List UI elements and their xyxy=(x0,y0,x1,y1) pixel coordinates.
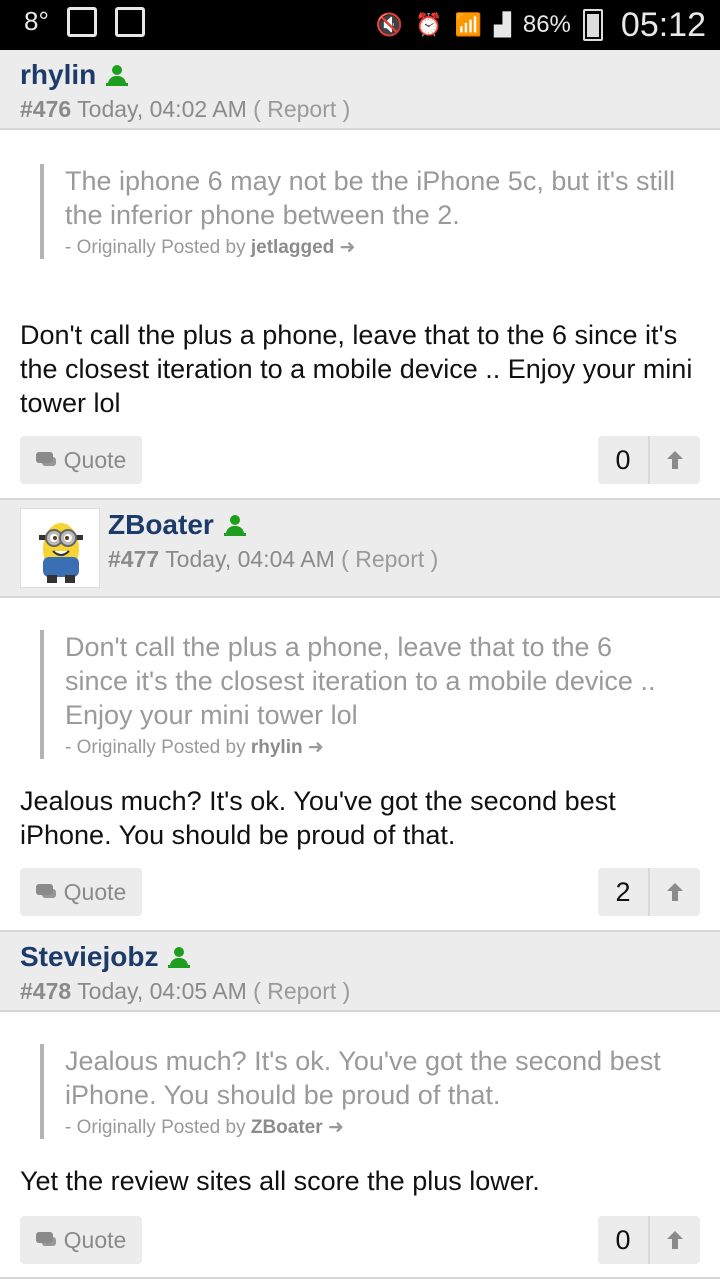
vote-widget: 0 xyxy=(598,436,700,484)
post-number[interactable]: #478 xyxy=(20,978,71,1004)
report-link[interactable]: ( Report ) xyxy=(253,978,350,1004)
quote-block: Jealous much? It's ok. You've got the se… xyxy=(40,1044,680,1139)
online-user-icon xyxy=(168,946,191,968)
report-link[interactable]: ( Report ) xyxy=(253,96,350,122)
report-link[interactable]: ( Report ) xyxy=(341,546,438,572)
battery-icon xyxy=(582,9,603,41)
username-link[interactable]: rhylin xyxy=(20,58,96,92)
quote-text: Jealous much? It's ok. You've got the se… xyxy=(65,1046,661,1110)
vote-count: 0 xyxy=(598,1216,650,1264)
vote-widget: 0 xyxy=(598,1216,700,1264)
quote-text: Don't call the plus a phone, leave that … xyxy=(65,632,656,730)
quote-attribution: - Originally Posted by ZBoater ➜ xyxy=(65,1117,344,1138)
upvote-button[interactable] xyxy=(650,868,700,916)
post-header: rhylin #476 Today, 04:02 AM ( Report ) xyxy=(0,50,720,130)
temperature: 8° xyxy=(24,6,49,36)
post-number[interactable]: #476 xyxy=(20,96,71,122)
quote-block: Don't call the plus a phone, leave that … xyxy=(40,630,680,759)
post-number[interactable]: #477 xyxy=(108,546,159,572)
post-meta: #478 Today, 04:05 AM ( Report ) xyxy=(20,976,350,1006)
arrow-up-icon xyxy=(667,451,683,469)
post-header: Steviejobz #478 Today, 04:05 AM ( Report… xyxy=(0,932,720,1012)
wifi-icon: 📶 xyxy=(454,12,482,38)
clock: 05:12 xyxy=(620,5,706,44)
vote-count: 0 xyxy=(598,436,650,484)
post-header: ZBoater #477 Today, 04:04 AM ( Report ) xyxy=(0,500,720,598)
battery-percent: 86% xyxy=(522,11,571,38)
post-timestamp: Today, 04:02 AM xyxy=(77,96,247,122)
minion-avatar-icon xyxy=(21,509,99,587)
quote-button[interactable]: Quote xyxy=(20,1216,142,1264)
arrow-up-icon xyxy=(667,883,683,901)
arrow-up-icon xyxy=(667,1231,683,1249)
speech-bubble-icon xyxy=(35,452,56,468)
quote-attribution: - Originally Posted by rhylin ➜ xyxy=(65,737,324,758)
quote-text: The iphone 6 may not be the iPhone 5c, b… xyxy=(65,166,676,230)
speech-bubble-icon xyxy=(35,1232,56,1248)
view-post-arrow-icon[interactable]: ➜ xyxy=(340,237,356,258)
quote-author-link[interactable]: ZBoater xyxy=(251,1117,323,1138)
post-divider xyxy=(0,1277,720,1279)
upvote-button[interactable] xyxy=(650,436,700,484)
quote-button[interactable]: Quote xyxy=(20,436,142,484)
avatar[interactable] xyxy=(20,508,100,588)
quote-attribution: - Originally Posted by jetlagged ➜ xyxy=(65,237,356,258)
post-timestamp: Today, 04:05 AM xyxy=(77,978,247,1004)
speech-bubble-icon xyxy=(35,884,56,900)
post-timestamp: Today, 04:04 AM xyxy=(165,546,335,572)
view-post-arrow-icon[interactable]: ➜ xyxy=(328,1117,344,1138)
upvote-button[interactable] xyxy=(650,1216,700,1264)
status-bar: 8° 🔇 ⏰ 📶 ▟ 86% 05:12 xyxy=(0,0,720,50)
online-user-icon xyxy=(106,64,129,86)
quote-block: The iphone 6 may not be the iPhone 5c, b… xyxy=(40,164,680,259)
post-body: Jealous much? It's ok. You've got the se… xyxy=(20,786,616,850)
vote-widget: 2 xyxy=(598,868,700,916)
signal-icon: ▟ xyxy=(493,12,511,38)
quote-author-link[interactable]: rhylin xyxy=(251,737,303,758)
username-link[interactable]: Steviejobz xyxy=(20,940,158,974)
quote-author-link[interactable]: jetlagged xyxy=(251,237,334,258)
vote-count: 2 xyxy=(598,868,650,916)
post-meta: #477 Today, 04:04 AM ( Report ) xyxy=(108,544,438,574)
username-link[interactable]: ZBoater xyxy=(108,508,214,542)
task-icon xyxy=(114,6,145,37)
mute-icon: 🔇 xyxy=(375,12,404,38)
quote-button[interactable]: Quote xyxy=(20,868,142,916)
alarm-icon: ⏰ xyxy=(415,12,443,38)
post-body: Yet the review sites all score the plus … xyxy=(20,1166,540,1196)
gallery-icon xyxy=(66,6,97,37)
online-user-icon xyxy=(223,514,246,536)
view-post-arrow-icon[interactable]: ➜ xyxy=(308,737,324,758)
post-meta: #476 Today, 04:02 AM ( Report ) xyxy=(20,94,350,124)
post-body: Don't call the plus a phone, leave that … xyxy=(20,320,693,418)
